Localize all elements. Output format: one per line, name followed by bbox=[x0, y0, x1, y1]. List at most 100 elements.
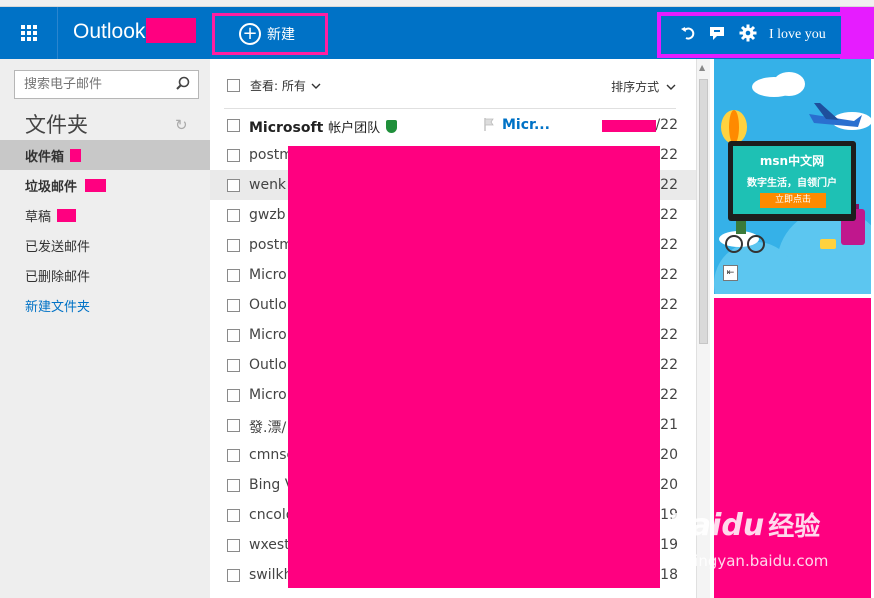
row-sender: wenk bbox=[249, 177, 287, 193]
row-date: 21 bbox=[660, 417, 678, 433]
redaction-block bbox=[146, 18, 196, 43]
ad-monitor: msn中文网 数字生活，自领门户 立即点击 bbox=[728, 141, 856, 221]
row-date: 22 bbox=[660, 357, 678, 373]
search-icon[interactable] bbox=[176, 76, 190, 90]
redaction-block bbox=[85, 178, 107, 192]
user-name[interactable]: I love you bbox=[769, 27, 826, 43]
row-checkbox[interactable] bbox=[227, 358, 240, 372]
row-checkbox[interactable] bbox=[227, 418, 240, 432]
row-date: 18 bbox=[660, 567, 678, 583]
new-button-label: 新建 bbox=[267, 27, 295, 43]
view-filter[interactable]: 查看: 所有 bbox=[227, 77, 321, 94]
row-sender: Micro bbox=[249, 387, 287, 403]
sidebar-item-junk[interactable]: 垃圾邮件 bbox=[0, 170, 210, 200]
row-date: 22 bbox=[660, 267, 678, 283]
sidebar-item-label: 垃圾邮件 bbox=[25, 179, 78, 195]
new-folder-link[interactable]: 新建文件夹 bbox=[0, 290, 210, 320]
gear-icon[interactable] bbox=[733, 24, 763, 46]
brand-title[interactable]: Outlook bbox=[73, 20, 145, 44]
watermark-logo: Baidu bbox=[668, 508, 765, 543]
chevron-down-icon bbox=[666, 84, 676, 90]
row-sender: postm bbox=[249, 237, 293, 253]
ad-brand: msn中文网 bbox=[759, 154, 825, 168]
row-sender: Outlo bbox=[249, 297, 287, 313]
ad-close-icon[interactable]: ⇤ bbox=[723, 265, 738, 281]
table-row[interactable]: Microsoft 帐户团队 Micr... /22 bbox=[210, 110, 696, 140]
row-date: 22 bbox=[660, 297, 678, 313]
flag-icon[interactable] bbox=[484, 118, 494, 131]
row-sender: postm bbox=[249, 147, 293, 163]
divider bbox=[224, 108, 676, 109]
row-date: 22 bbox=[660, 177, 678, 193]
watermark-url: jingyan.baidu.com bbox=[690, 552, 829, 570]
highlight-corner bbox=[840, 7, 874, 59]
list-toolbar: 查看: 所有 排序方式 bbox=[210, 59, 696, 109]
row-date: 20 bbox=[660, 447, 678, 463]
row-checkbox[interactable] bbox=[227, 238, 240, 252]
search-input[interactable] bbox=[24, 77, 174, 92]
row-sender: wxesti bbox=[249, 537, 294, 553]
row-date: 22 bbox=[660, 387, 678, 403]
folders-heading: 文件夹 bbox=[25, 113, 88, 137]
row-date: 20 bbox=[660, 477, 678, 493]
refresh-icon[interactable]: ↻ bbox=[175, 116, 188, 134]
watermark-cn: 经验 bbox=[768, 512, 821, 542]
sidebar-item-sent[interactable]: 已发送邮件 bbox=[0, 230, 210, 260]
ad-banner[interactable]: msn中文网 数字生活，自领门户 立即点击 ⇤ bbox=[714, 59, 871, 294]
row-subject: Micr... bbox=[502, 117, 550, 133]
row-checkbox[interactable] bbox=[227, 178, 240, 192]
row-checkbox[interactable] bbox=[227, 268, 240, 282]
row-sender: swilkh bbox=[249, 567, 293, 583]
search-box[interactable] bbox=[14, 70, 199, 99]
row-date: 22 bbox=[660, 147, 678, 163]
browser-edge bbox=[0, 0, 874, 7]
row-checkbox[interactable] bbox=[227, 148, 240, 162]
sidebar-item-label: 已删除邮件 bbox=[25, 269, 91, 285]
sort-label: 排序方式 bbox=[611, 80, 660, 94]
ad-tagline: 数字生活，自领门户 bbox=[747, 178, 837, 189]
ad-screen: msn中文网 数字生活，自领门户 立即点击 bbox=[733, 146, 851, 214]
row-checkbox[interactable] bbox=[227, 568, 240, 582]
folder-pane: 文件夹 ↻ 收件箱 垃圾邮件 草稿 已发送邮件 已删除邮件 新建文件夹 bbox=[0, 59, 210, 598]
row-checkbox[interactable] bbox=[227, 118, 240, 132]
sidebar-item-drafts[interactable]: 草稿 bbox=[0, 200, 210, 230]
row-checkbox[interactable] bbox=[227, 448, 240, 462]
row-checkbox[interactable] bbox=[227, 298, 240, 312]
outlook-window: Outlook + 新建 I love you 文件夹 ↻ 收件箱 垃圾邮件 bbox=[0, 0, 874, 598]
sort-dropdown[interactable]: 排序方式 bbox=[611, 78, 676, 95]
redaction-block bbox=[288, 146, 660, 588]
redaction-block bbox=[70, 148, 82, 162]
row-checkbox[interactable] bbox=[227, 538, 240, 552]
chat-icon[interactable] bbox=[703, 25, 733, 45]
scroll-thumb[interactable] bbox=[699, 79, 708, 344]
row-date: 22 bbox=[660, 327, 678, 343]
filter-label: 查看: 所有 bbox=[250, 79, 306, 93]
baidu-watermark: Baidu 经验 jingyan.baidu.com bbox=[668, 506, 828, 570]
sidebar-item-label: 草稿 bbox=[25, 209, 52, 225]
redaction-block bbox=[602, 120, 656, 132]
select-all-checkbox[interactable] bbox=[227, 79, 240, 92]
sidebar-item-deleted[interactable]: 已删除邮件 bbox=[0, 260, 210, 290]
app-launcher-button[interactable] bbox=[0, 7, 58, 59]
row-date: /22 bbox=[655, 117, 678, 133]
undo-icon[interactable] bbox=[673, 25, 703, 45]
row-sender: Outlo bbox=[249, 357, 287, 373]
sidebar-item-label: 收件箱 bbox=[25, 149, 65, 165]
row-sender: 發.漂/ bbox=[249, 420, 287, 436]
sidebar-item-label: 已发送邮件 bbox=[25, 239, 91, 255]
ad-click-button[interactable]: 立即点击 bbox=[760, 193, 826, 208]
row-checkbox[interactable] bbox=[227, 208, 240, 222]
sidebar-item-inbox[interactable]: 收件箱 bbox=[0, 140, 210, 170]
shield-icon bbox=[386, 120, 398, 133]
sidebar-item-label: 新建文件夹 bbox=[25, 299, 91, 315]
scroll-up-arrow[interactable]: ▲ bbox=[699, 63, 705, 72]
row-checkbox[interactable] bbox=[227, 388, 240, 402]
row-checkbox[interactable] bbox=[227, 328, 240, 342]
row-checkbox[interactable] bbox=[227, 478, 240, 492]
chevron-down-icon bbox=[311, 83, 321, 89]
row-checkbox[interactable] bbox=[227, 508, 240, 522]
row-sender: gwzb bbox=[249, 207, 286, 223]
row-date: 22 bbox=[660, 237, 678, 253]
new-message-button[interactable]: + 新建 bbox=[212, 13, 328, 55]
row-date: 22 bbox=[660, 207, 678, 223]
